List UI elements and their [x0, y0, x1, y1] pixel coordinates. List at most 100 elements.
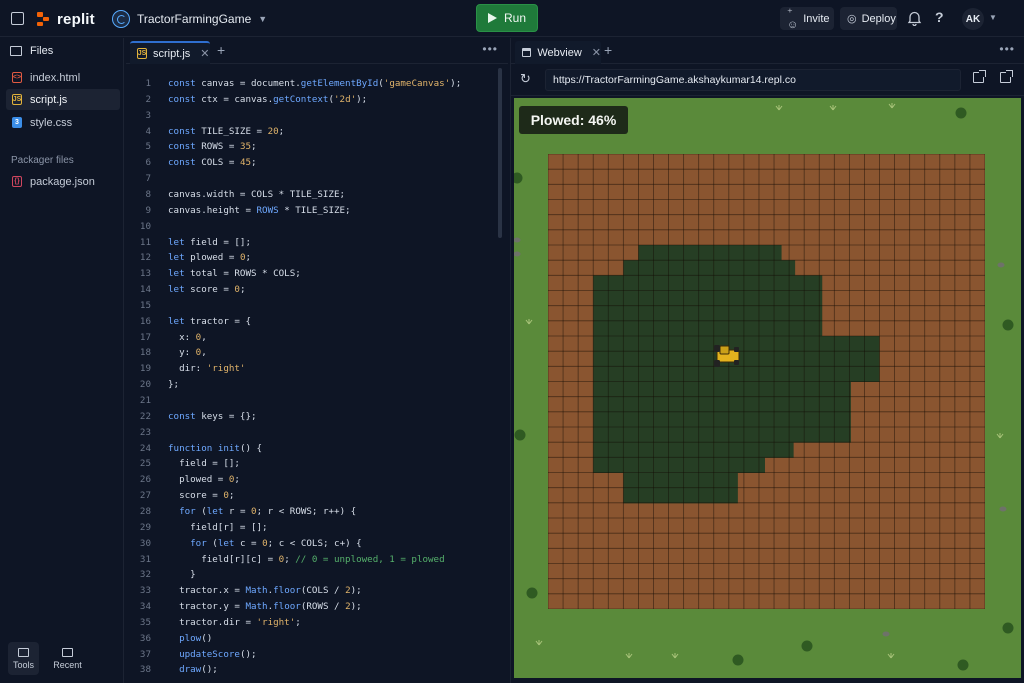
- line-number: 38: [139, 664, 151, 676]
- chevron-down-icon: ▼: [258, 14, 268, 24]
- close-icon[interactable]: ✕: [592, 46, 601, 59]
- code-line[interactable]: 19 dir: 'right': [126, 363, 246, 377]
- code-line[interactable]: 34 tractor.y = Math.floor(ROWS / 2);: [126, 601, 362, 615]
- add-tab-icon[interactable]: +: [217, 42, 225, 58]
- code-line[interactable]: 1 const canvas = document.getElementById(…: [126, 78, 461, 92]
- line-number: 36: [139, 632, 151, 644]
- code-line[interactable]: 29 field[r] = [];: [126, 522, 268, 536]
- code-line[interactable]: 11 let field = [];: [126, 237, 251, 251]
- tools-button[interactable]: Tools: [8, 642, 39, 675]
- scrollbar-thumb[interactable]: [498, 68, 502, 238]
- code-line[interactable]: 8 canvas.width = COLS * TILE_SIZE;: [126, 189, 345, 203]
- code-line[interactable]: 15: [126, 300, 168, 314]
- bell-icon[interactable]: [907, 10, 922, 26]
- code-line[interactable]: 22 const keys = {};: [126, 411, 257, 425]
- code-line[interactable]: 30 for (let c = 0; c < COLS; c+) {: [126, 538, 362, 552]
- line-content: tractor.x = Math.floor(COLS / 2);: [168, 585, 362, 597]
- deploy-button[interactable]: ◎ Deploy: [840, 7, 897, 30]
- plowed-tile-strip: [638, 245, 782, 261]
- code-editor: JS script.js ✕ + ••• 1 const canvas = doc…: [126, 38, 508, 683]
- code-line[interactable]: 7: [126, 173, 168, 187]
- more-options-icon[interactable]: •••: [999, 42, 1015, 56]
- editor-scrollbar[interactable]: [498, 68, 504, 680]
- code-line[interactable]: 26 plowed = 0;: [126, 474, 240, 488]
- code-line[interactable]: 17 x: 0,: [126, 332, 207, 346]
- replit-logo[interactable]: replit: [37, 11, 95, 28]
- code-line[interactable]: 13 let total = ROWS * COLS;: [126, 268, 301, 282]
- reload-icon[interactable]: ↻: [520, 71, 531, 87]
- code-line[interactable]: 23: [126, 427, 168, 441]
- code-line[interactable]: 36 plow(): [126, 633, 212, 647]
- project-switcher[interactable]: TractorFarmingGame ▼: [112, 9, 267, 29]
- code-line[interactable]: 35 tractor.dir = 'right';: [126, 617, 301, 631]
- recent-icon: [62, 647, 73, 657]
- code-line[interactable]: 33 tractor.x = Math.floor(COLS / 2);: [126, 585, 362, 599]
- url-bar: ↻: [511, 64, 1024, 96]
- code-line[interactable]: 28 for (let r = 0; r < ROWS; r++) {: [126, 506, 356, 520]
- url-input[interactable]: [545, 69, 961, 91]
- code-line[interactable]: 37 updateScore();: [126, 649, 257, 663]
- chevron-down-icon[interactable]: ▼: [989, 13, 997, 22]
- run-button[interactable]: Run: [476, 4, 538, 32]
- code-line[interactable]: 3: [126, 110, 168, 124]
- line-number: 30: [139, 537, 151, 549]
- file-name: style.css: [30, 116, 73, 129]
- code-line[interactable]: 14 let score = 0;: [126, 284, 246, 298]
- code-line[interactable]: 27 score = 0;: [126, 490, 235, 504]
- plowed-tile-strip: [593, 457, 765, 473]
- line-content: for (let r = 0; r < ROWS; r++) {: [179, 505, 357, 517]
- file-item-index-html[interactable]: <> index.html: [6, 67, 120, 88]
- code-line[interactable]: 4 const TILE_SIZE = 20;: [126, 126, 284, 140]
- add-tab-icon[interactable]: +: [604, 42, 612, 58]
- file-item-style-css[interactable]: 3 style.css: [6, 112, 120, 133]
- plowed-tile-strip: [593, 320, 823, 337]
- replit-logo-icon: [37, 12, 51, 26]
- line-content: plow(): [179, 632, 213, 644]
- user-avatar[interactable]: AK: [962, 8, 984, 30]
- line-number: 20: [139, 379, 151, 391]
- html-file-icon: <>: [12, 72, 22, 83]
- open-external-icon[interactable]: [1000, 70, 1013, 83]
- deploy-label: Deploy: [861, 12, 896, 25]
- editor-tab-bar: JS script.js ✕ + •••: [126, 38, 508, 64]
- file-item-script-js[interactable]: JS script.js: [6, 89, 120, 110]
- code-line[interactable]: 6 const COLS = 45;: [126, 157, 256, 171]
- game-canvas[interactable]: Plowed: 46%: [514, 98, 1021, 678]
- help-icon[interactable]: ?: [935, 9, 944, 25]
- code-line[interactable]: 18 y: 0,: [126, 347, 207, 361]
- code-line[interactable]: 31 field[r][c] = 0; // 0 = unplowed, 1 =…: [126, 554, 445, 568]
- code-line[interactable]: 12 let plowed = 0;: [126, 252, 251, 266]
- code-area[interactable]: 1 const canvas = document.getElementById(…: [126, 78, 496, 681]
- code-line[interactable]: 25 field = [];: [126, 458, 240, 472]
- more-options-icon[interactable]: •••: [482, 42, 498, 56]
- code-line[interactable]: 39}: [126, 680, 174, 681]
- tab-script-js[interactable]: JS script.js ✕: [130, 41, 210, 64]
- code-line[interactable]: 38 draw();: [126, 664, 218, 678]
- code-line[interactable]: 32 }: [126, 569, 196, 583]
- open-new-tab-icon[interactable]: [973, 70, 986, 83]
- file-item-package-json[interactable]: {} package.json: [6, 171, 120, 192]
- line-number: 12: [139, 252, 151, 264]
- code-line[interactable]: 9 canvas.height = ROWS * TILE_SIZE;: [126, 205, 350, 219]
- code-line[interactable]: 2 const ctx = canvas.getContext('2d');: [126, 94, 367, 108]
- line-content: for (let c = 0; c < COLS; c+) {: [190, 537, 362, 549]
- code-line[interactable]: 5 const ROWS = 35;: [126, 141, 257, 155]
- tab-webview[interactable]: Webview ✕: [515, 41, 601, 64]
- line-content: score = 0;: [168, 490, 235, 502]
- packager-files-title: Packager files: [11, 155, 74, 166]
- line-number: 23: [139, 426, 151, 438]
- code-line[interactable]: 16 let tractor = {: [126, 316, 251, 330]
- sidebar-toggle-icon[interactable]: [11, 12, 24, 25]
- invite-button[interactable]: ⁺☺ Invite: [780, 7, 834, 31]
- line-content: const ROWS = 35;: [168, 141, 257, 153]
- line-number: 7: [145, 173, 151, 185]
- recent-button[interactable]: Recent: [52, 642, 83, 675]
- close-icon[interactable]: ✕: [200, 47, 209, 60]
- code-line[interactable]: 10: [126, 221, 168, 235]
- grass-tuft-icon: [625, 653, 633, 659]
- code-line[interactable]: 20};: [126, 379, 179, 393]
- code-line[interactable]: 24 function init() {: [126, 443, 262, 457]
- js-file-icon: JS: [12, 94, 22, 105]
- code-line[interactable]: 21: [126, 395, 168, 409]
- tab-label: script.js: [153, 47, 191, 60]
